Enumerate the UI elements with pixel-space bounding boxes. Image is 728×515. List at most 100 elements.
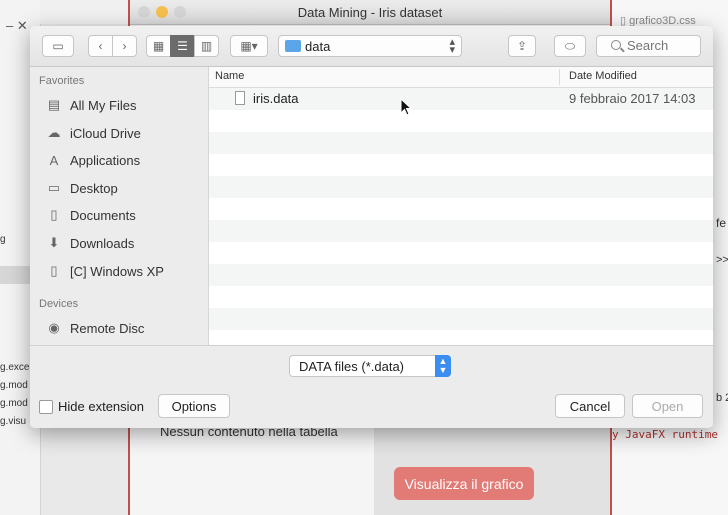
empty-row	[209, 198, 713, 220]
chevron-right-icon: ›	[122, 39, 127, 53]
editor-fragment: fe	[716, 216, 727, 230]
sidebar-item-label: Remote Disc	[70, 320, 145, 336]
column-header-date[interactable]: Date Modified	[569, 70, 637, 82]
tag-icon: ⬭	[564, 38, 576, 53]
column-header-name[interactable]: Name	[215, 70, 244, 82]
empty-row	[209, 286, 713, 308]
search-field[interactable]	[596, 35, 701, 57]
sidebar-item-icloud-drive[interactable]: ☁ iCloud Drive	[46, 122, 141, 144]
empty-row	[209, 308, 713, 330]
empty-row	[209, 242, 713, 264]
arrange-button[interactable]: ▦▾	[230, 35, 268, 57]
search-icon	[611, 40, 621, 50]
dialog-sidebar: Favorites ▤ All My Files ☁ iCloud Drive …	[30, 67, 209, 345]
favorites-title: Favorites	[39, 75, 85, 87]
tree-fragment: g	[0, 234, 6, 245]
file-list: Name Date Modified iris.data 9 febbraio …	[209, 67, 713, 345]
editor-fragment: b 2	[716, 392, 728, 404]
sidebar-item-label: Desktop	[70, 180, 118, 196]
hide-extension-option[interactable]: Hide extension	[39, 399, 144, 414]
updown-icon: ▲ ▼	[435, 355, 451, 377]
view-mode-buttons: ▦ ☰ ▥	[146, 35, 219, 57]
list-view-button[interactable]: ☰	[170, 35, 195, 57]
file-row[interactable]: iris.data 9 febbraio 2017 14:03	[209, 88, 713, 110]
dialog-bottom-bar: DATA files (*.data) ▲ ▼ Hide extension Op…	[30, 345, 713, 428]
empty-row	[209, 264, 713, 286]
app-title-bar: Data Mining - Iris dataset	[130, 0, 610, 25]
runtime-warning-text: y JavaFX runtime	[612, 428, 718, 441]
icon-view-button[interactable]: ▦	[146, 35, 171, 57]
share-icon: ⇪	[516, 39, 528, 53]
search-input[interactable]	[627, 38, 697, 53]
file-format-select[interactable]: DATA files (*.data) ▲ ▼	[289, 355, 451, 377]
empty-row	[209, 154, 713, 176]
chevron-left-icon: ‹	[98, 39, 103, 53]
share-button[interactable]: ⇪	[508, 35, 536, 57]
sidebar-item-label: iCloud Drive	[70, 125, 141, 141]
folder-icon	[285, 40, 301, 52]
empty-row	[209, 176, 713, 198]
open-button[interactable]: Open	[632, 394, 703, 418]
sidebar-item-all-my-files[interactable]: ▤ All My Files	[46, 94, 137, 116]
sidebar-item-label: Documents	[70, 207, 136, 223]
sidebar-item-label: All My Files	[70, 97, 137, 113]
dialog-toolbar: ▭ ‹ › ▦ ☰ ▥ ▦▾ data ▴ ▾ ⇪ ⬭	[30, 26, 713, 67]
file-name: iris.data	[253, 91, 299, 106]
app-title: Data Mining - Iris dataset	[297, 5, 443, 20]
file-rows: iris.data 9 febbraio 2017 14:03	[209, 88, 713, 352]
applications-icon: A	[49, 152, 59, 168]
all-files-icon: ▤	[47, 97, 61, 112]
path-popup[interactable]: data ▴ ▾	[278, 35, 462, 57]
mouse-cursor-icon	[400, 98, 412, 116]
tree-fragment: g.mod	[0, 380, 28, 391]
drive-icon: ▯	[50, 263, 58, 278]
sidebar-item-documents[interactable]: ▯ Documents	[46, 204, 136, 226]
back-button[interactable]: ‹	[88, 35, 113, 57]
arrange-icon: ▦▾	[240, 39, 258, 53]
tree-fragment: g.exce	[0, 362, 30, 373]
empty-row	[209, 220, 713, 242]
updown-icon: ▴ ▾	[449, 36, 455, 56]
downloads-icon: ⬇	[48, 235, 60, 250]
devices-title: Devices	[39, 298, 79, 310]
list-header: Name Date Modified	[209, 67, 713, 88]
sidebar-item-desktop[interactable]: ▭ Desktop	[46, 177, 118, 199]
document-icon	[235, 91, 245, 105]
cloud-icon: ☁	[47, 125, 61, 140]
grid-icon: ▦	[152, 39, 165, 53]
desktop-icon: ▭	[47, 180, 61, 195]
sidebar-item-label: Applications	[70, 152, 141, 168]
sidebar-item-label: Downloads	[70, 235, 135, 251]
close-icon[interactable]: – ✕	[6, 18, 28, 34]
open-file-dialog: ▭ ‹ › ▦ ☰ ▥ ▦▾ data ▴▾ ⇪ ⬭ Favori	[30, 26, 713, 428]
sidebar-item-remote-disc[interactable]: ◉ Remote Disc	[46, 317, 144, 339]
hide-extension-checkbox[interactable]	[39, 399, 53, 414]
file-date: 9 febbraio 2017 14:03	[569, 91, 696, 106]
hide-extension-label: Hide extension	[58, 399, 144, 414]
tag-button[interactable]: ⬭	[554, 35, 586, 57]
file-format-label: DATA files (*.data)	[299, 359, 404, 374]
path-folder-label: data	[305, 39, 331, 54]
columns-icon: ▥	[200, 39, 213, 53]
cancel-button[interactable]: Cancel	[555, 394, 625, 418]
forward-button[interactable]: ›	[112, 35, 137, 57]
column-divider[interactable]	[559, 69, 560, 85]
editor-fragment: >>	[716, 254, 728, 266]
documents-icon: ▯	[50, 207, 58, 222]
sidebar-icon: ▭	[52, 39, 64, 53]
sidebar-item-label: [C] Windows XP	[70, 263, 164, 279]
sidebar-item-downloads[interactable]: ⬇ Downloads	[46, 232, 135, 254]
empty-row	[209, 110, 713, 132]
sidebar-item-windows-xp[interactable]: ▯ [C] Windows XP	[46, 260, 164, 282]
empty-row	[209, 132, 713, 154]
list-icon: ☰	[177, 39, 188, 53]
column-view-button[interactable]: ▥	[194, 35, 219, 57]
disc-icon: ◉	[48, 320, 60, 335]
show-chart-button[interactable]: Visualizza il grafico	[394, 467, 534, 500]
tree-fragment: g.mod	[0, 398, 28, 409]
history-buttons: ‹ ›	[88, 35, 137, 57]
sidebar-item-applications[interactable]: A Applications	[46, 149, 140, 171]
tree-fragment: g.visu	[0, 416, 27, 427]
options-button[interactable]: Options	[158, 394, 230, 418]
sidebar-toggle-button[interactable]: ▭	[42, 35, 74, 57]
